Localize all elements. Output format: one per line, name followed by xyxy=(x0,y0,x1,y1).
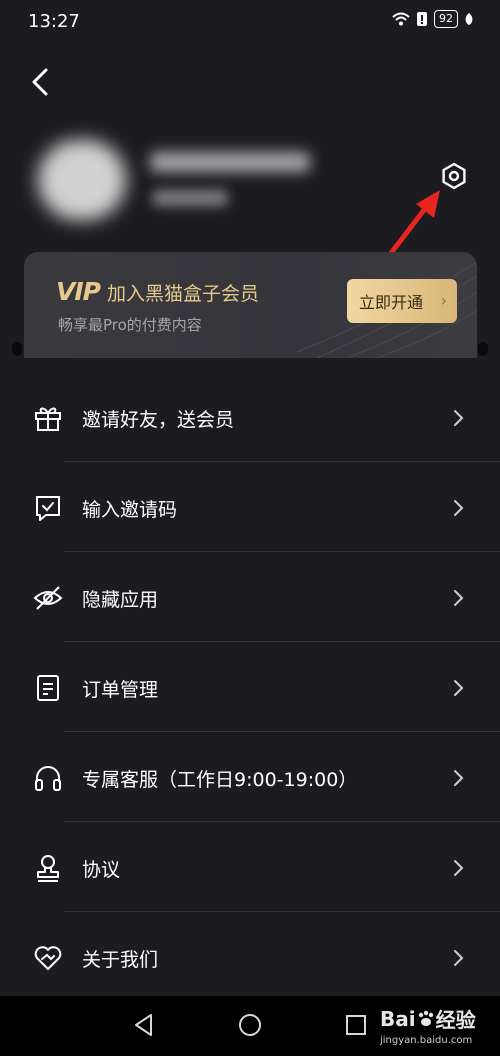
chevron-right-icon xyxy=(454,410,464,426)
watermark-logo: Bai xyxy=(380,1006,416,1031)
eye-off-icon xyxy=(33,586,63,610)
menu-item-label: 关于我们 xyxy=(82,949,159,971)
status-time: 13:27 xyxy=(28,11,80,32)
settings-button[interactable] xyxy=(438,160,470,192)
vip-card[interactable]: VIP 加入黑猫盒子会员 畅享最Pro的付费内容 立即开通 › xyxy=(24,252,477,358)
circle-home-icon xyxy=(239,1014,261,1036)
chevron-right-icon xyxy=(454,590,464,606)
gear-icon xyxy=(442,162,466,190)
paw-icon xyxy=(418,1010,433,1026)
username-blurred xyxy=(150,152,310,172)
chevron-right-icon xyxy=(454,950,464,966)
chevron-right-icon: › xyxy=(440,291,447,310)
back-button[interactable] xyxy=(26,62,56,102)
menu-item-about-us[interactable]: 关于我们 xyxy=(0,912,500,1002)
chevron-right-icon xyxy=(454,770,464,786)
menu-item-label: 协议 xyxy=(82,859,121,881)
vip-title: 加入黑猫盒子会员 xyxy=(107,283,260,305)
leaf-icon xyxy=(465,13,473,25)
watermark-suffix: 经验 xyxy=(435,1008,476,1032)
card-notch-right xyxy=(478,342,488,356)
wifi-icon xyxy=(392,12,410,26)
menu-item-hide-apps[interactable]: 隐藏应用 xyxy=(0,552,500,642)
nav-home-button[interactable] xyxy=(235,1010,265,1040)
headphones-icon xyxy=(35,766,61,791)
activate-vip-button[interactable]: 立即开通 › xyxy=(347,279,457,323)
menu-item-invite-friends[interactable]: 邀请好友，送会员 xyxy=(0,372,500,462)
menu-item-label: 隐藏应用 xyxy=(82,589,159,611)
triangle-back-icon xyxy=(135,1014,152,1036)
avatar[interactable] xyxy=(38,140,126,220)
nav-back-button[interactable] xyxy=(129,1010,159,1040)
chevron-right-icon xyxy=(454,500,464,516)
activate-vip-label: 立即开通 xyxy=(359,293,424,312)
nav-recents-button[interactable] xyxy=(341,1010,371,1040)
vip-subtitle: 畅享最Pro的付费内容 xyxy=(58,316,202,334)
menu-list: 邀请好友，送会员 输入邀请码 隐藏应用 订单管理 专属客服（工作日9:00-19… xyxy=(0,372,500,1002)
menu-item-customer-service[interactable]: 专属客服（工作日9:00-19:00） xyxy=(0,732,500,822)
watermark-url: jingyan.baidu.com xyxy=(380,1035,473,1046)
status-icons: 92 xyxy=(392,10,474,28)
heart-handshake-icon xyxy=(34,946,62,970)
battery-indicator: 92 xyxy=(434,10,458,28)
square-recents-icon xyxy=(346,1015,366,1035)
menu-item-label: 输入邀请码 xyxy=(82,499,178,521)
stamp-icon xyxy=(37,855,59,882)
card-notch-left xyxy=(12,342,22,356)
menu-item-label: 专属客服（工作日9:00-19:00） xyxy=(82,769,358,791)
document-icon xyxy=(37,675,59,701)
message-check-icon xyxy=(36,496,60,521)
status-bar: 13:27 92 xyxy=(0,0,500,44)
user-id-blurred xyxy=(152,190,228,206)
vip-logo: VIP xyxy=(56,277,101,306)
baidu-watermark: Bai 经验 jingyan.baidu.com xyxy=(380,1004,476,1047)
menu-item-agreement[interactable]: 协议 xyxy=(0,822,500,912)
menu-item-label: 邀请好友，送会员 xyxy=(82,409,235,431)
menu-item-order-management[interactable]: 订单管理 xyxy=(0,642,500,732)
chevron-right-icon xyxy=(454,680,464,696)
alert-icon xyxy=(417,12,427,26)
menu-item-invite-code[interactable]: 输入邀请码 xyxy=(0,462,500,552)
menu-item-label: 订单管理 xyxy=(82,679,159,701)
chevron-left-icon xyxy=(32,68,48,96)
chevron-right-icon xyxy=(454,860,464,876)
gift-icon xyxy=(35,407,61,431)
